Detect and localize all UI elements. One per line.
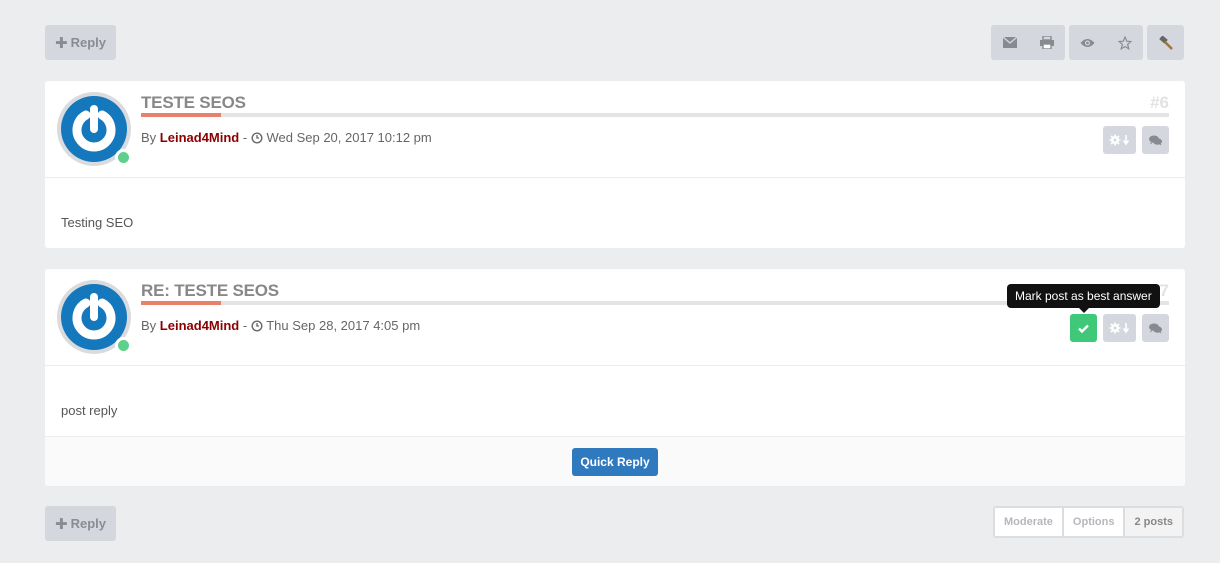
reply-button-bottom[interactable]: ✚ Reply <box>45 506 116 541</box>
post-actions <box>1070 314 1169 342</box>
print-icon <box>1039 36 1054 49</box>
post-byline: By Leinad4Mind - Wed Sep 20, 2017 10:12 … <box>141 130 432 145</box>
quote-button[interactable] <box>1142 126 1169 154</box>
clock-icon <box>251 320 263 332</box>
author-link[interactable]: Leinad4Mind <box>160 130 239 145</box>
post-actions <box>1103 126 1169 154</box>
post-date: Thu Sep 28, 2017 4:05 pm <box>266 318 421 333</box>
avatar[interactable] <box>57 280 132 354</box>
power-logo-icon <box>72 293 116 340</box>
eye-icon <box>1080 38 1095 47</box>
post-header: TESTE SEOS #6 By Leinad4Mind - Wed Sep 2… <box>45 81 1185 178</box>
plus-icon: ✚ <box>55 34 68 52</box>
envelope-icon <box>1002 37 1017 48</box>
quick-reply-button[interactable]: Quick Reply <box>572 447 658 476</box>
comments-icon <box>1149 323 1162 333</box>
quote-button[interactable] <box>1142 314 1169 342</box>
post-options-button[interactable] <box>1103 314 1136 342</box>
post: TESTE SEOS #6 By Leinad4Mind - Wed Sep 2… <box>45 81 1185 248</box>
post-title[interactable]: TESTE SEOS <box>141 93 246 113</box>
star-icon <box>1117 35 1132 50</box>
post-number[interactable]: #6 <box>1150 93 1169 113</box>
post-content: Testing SEO <box>61 215 134 230</box>
comments-icon <box>1149 135 1162 145</box>
moderator-tools-button[interactable] <box>1147 25 1184 60</box>
post-byline: By Leinad4Mind - Thu Sep 28, 2017 4:05 p… <box>141 318 420 333</box>
by-label: By <box>141 130 157 145</box>
quick-reply-bar: Quick Reply <box>45 436 1185 486</box>
pagination: Moderate Options 2 posts <box>993 506 1184 538</box>
tool-group-mod <box>1147 25 1184 60</box>
post-content: post reply <box>61 403 118 418</box>
plus-icon: ✚ <box>55 515 68 533</box>
title-divider <box>141 113 1169 117</box>
author-link[interactable]: Leinad4Mind <box>160 318 239 333</box>
best-answer-tooltip: Mark post as best answer <box>1007 284 1160 313</box>
watch-button[interactable] <box>1069 25 1106 60</box>
mark-best-answer-button[interactable] <box>1070 314 1097 342</box>
tool-group-watch <box>1069 25 1143 60</box>
moderate-button[interactable]: Moderate <box>995 508 1062 536</box>
bookmark-button[interactable] <box>1106 25 1143 60</box>
avatar[interactable] <box>57 92 132 166</box>
topic-tools <box>991 25 1184 60</box>
gear-dropdown-icon <box>1109 322 1129 334</box>
reply-label: Reply <box>70 516 106 531</box>
post-date: Wed Sep 20, 2017 10:12 pm <box>266 130 432 145</box>
options-button[interactable]: Options <box>1063 508 1124 536</box>
hammer-icon <box>1159 35 1173 50</box>
online-status-icon <box>115 337 132 354</box>
tool-group-share <box>991 25 1065 60</box>
post-count: 2 posts <box>1125 508 1182 536</box>
post-body: Testing SEO <box>45 178 1185 248</box>
reply-button-top[interactable]: ✚ Reply <box>45 25 116 60</box>
check-icon <box>1078 324 1089 333</box>
reply-label: Reply <box>70 35 106 50</box>
email-topic-button[interactable] <box>991 25 1028 60</box>
print-button[interactable] <box>1028 25 1065 60</box>
byline-separator: - <box>242 130 248 145</box>
power-logo-icon <box>72 105 116 152</box>
by-label: By <box>141 318 157 333</box>
post-options-button[interactable] <box>1103 126 1136 154</box>
post-title[interactable]: RE: TESTE SEOS <box>141 281 279 301</box>
byline-separator: - <box>242 318 248 333</box>
clock-icon <box>251 132 263 144</box>
post-body: post reply <box>45 366 1185 436</box>
gear-dropdown-icon <box>1109 134 1129 146</box>
online-status-icon <box>115 149 132 166</box>
